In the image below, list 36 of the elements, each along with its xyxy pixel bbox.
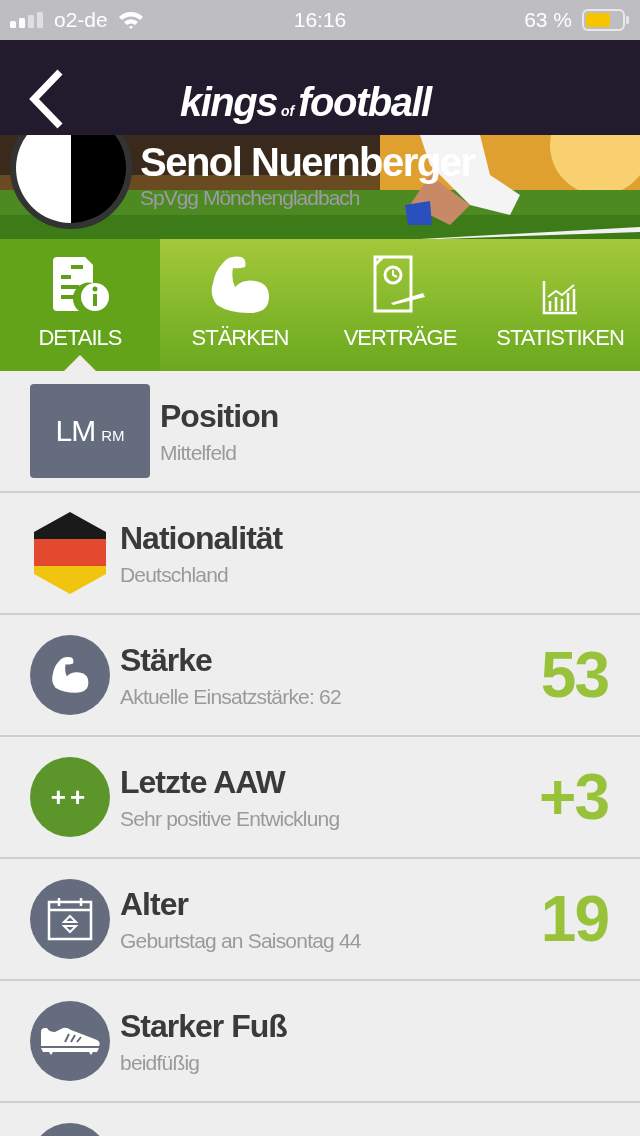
row-subtitle: Mittelfeld	[160, 440, 238, 465]
row-subtitle: Sehr positive Entwicklung	[120, 806, 341, 831]
calendar-icon	[47, 897, 93, 941]
clock-time: 16:16	[293, 8, 347, 32]
row-value: +3	[539, 760, 608, 834]
row-title: Position	[160, 397, 280, 435]
app-logo: kings of football	[180, 80, 431, 125]
chart-icon	[542, 281, 578, 315]
muscle-icon	[209, 255, 271, 315]
signal-icon	[10, 12, 44, 28]
row-subtitle: beidfüßig	[120, 1050, 201, 1075]
row-title: Alter	[120, 885, 190, 923]
row-value: 53	[540, 638, 608, 712]
battery-icon	[582, 9, 630, 31]
wifi-icon	[117, 11, 144, 29]
tab[interactable]: STÄRKEN	[160, 239, 320, 371]
battery-percent: 63 %	[524, 8, 572, 32]
muscle-icon	[50, 656, 90, 694]
position-badge: LM RM	[30, 384, 150, 478]
row-title: Letzte AAW	[120, 763, 287, 801]
row-subtitle: Geburtstag an Saisontag 44	[120, 928, 362, 953]
row-title: Nationalität	[120, 519, 284, 557]
row-value: 19	[540, 882, 608, 956]
row-title: Starker Fuß	[120, 1007, 288, 1045]
tab[interactable]: VERTRÄGE	[320, 239, 480, 371]
tab[interactable]: DETAILS	[0, 239, 160, 371]
boot-icon	[39, 1026, 101, 1056]
tab[interactable]: STATISTIKEN	[480, 239, 640, 371]
plus-signs: ++	[50, 781, 90, 813]
row-subtitle: Deutschland	[120, 562, 229, 587]
flag-icon	[34, 512, 106, 594]
club-name: SpVgg Mönchengladbach	[140, 185, 361, 211]
back-icon[interactable]	[28, 69, 64, 129]
row-subtitle: Aktuelle Einsatzstärke: 62	[120, 684, 342, 709]
row-title: Stärke	[120, 641, 213, 679]
carrier-name: o2-de	[54, 8, 108, 32]
